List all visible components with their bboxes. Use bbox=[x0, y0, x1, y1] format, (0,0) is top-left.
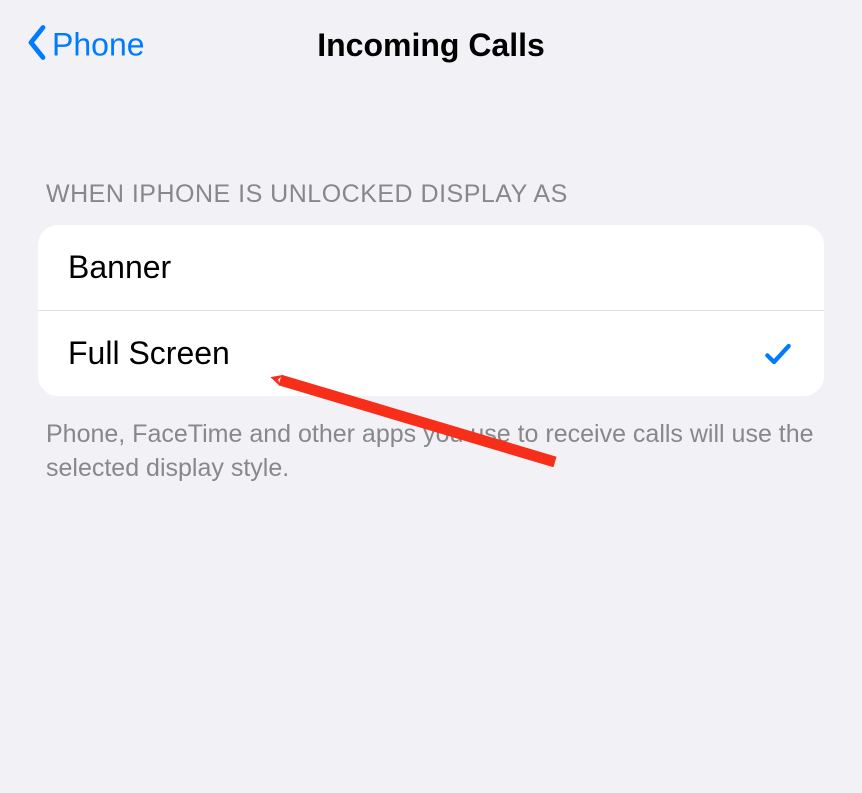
checkmark-icon bbox=[762, 338, 794, 370]
page-title: Incoming Calls bbox=[317, 27, 545, 64]
nav-bar: Phone Incoming Calls bbox=[0, 0, 862, 90]
section-footer: Phone, FaceTime and other apps you use t… bbox=[46, 418, 818, 486]
options-group: Banner Full Screen bbox=[38, 225, 824, 396]
option-banner[interactable]: Banner bbox=[38, 225, 824, 310]
back-button-label: Phone bbox=[52, 27, 145, 64]
chevron-left-icon bbox=[26, 25, 48, 66]
option-label: Banner bbox=[68, 249, 171, 286]
back-button[interactable]: Phone bbox=[26, 25, 145, 66]
section-header: WHEN IPHONE IS UNLOCKED DISPLAY AS bbox=[46, 180, 824, 209]
option-label: Full Screen bbox=[68, 335, 230, 372]
option-full-screen[interactable]: Full Screen bbox=[38, 310, 824, 396]
